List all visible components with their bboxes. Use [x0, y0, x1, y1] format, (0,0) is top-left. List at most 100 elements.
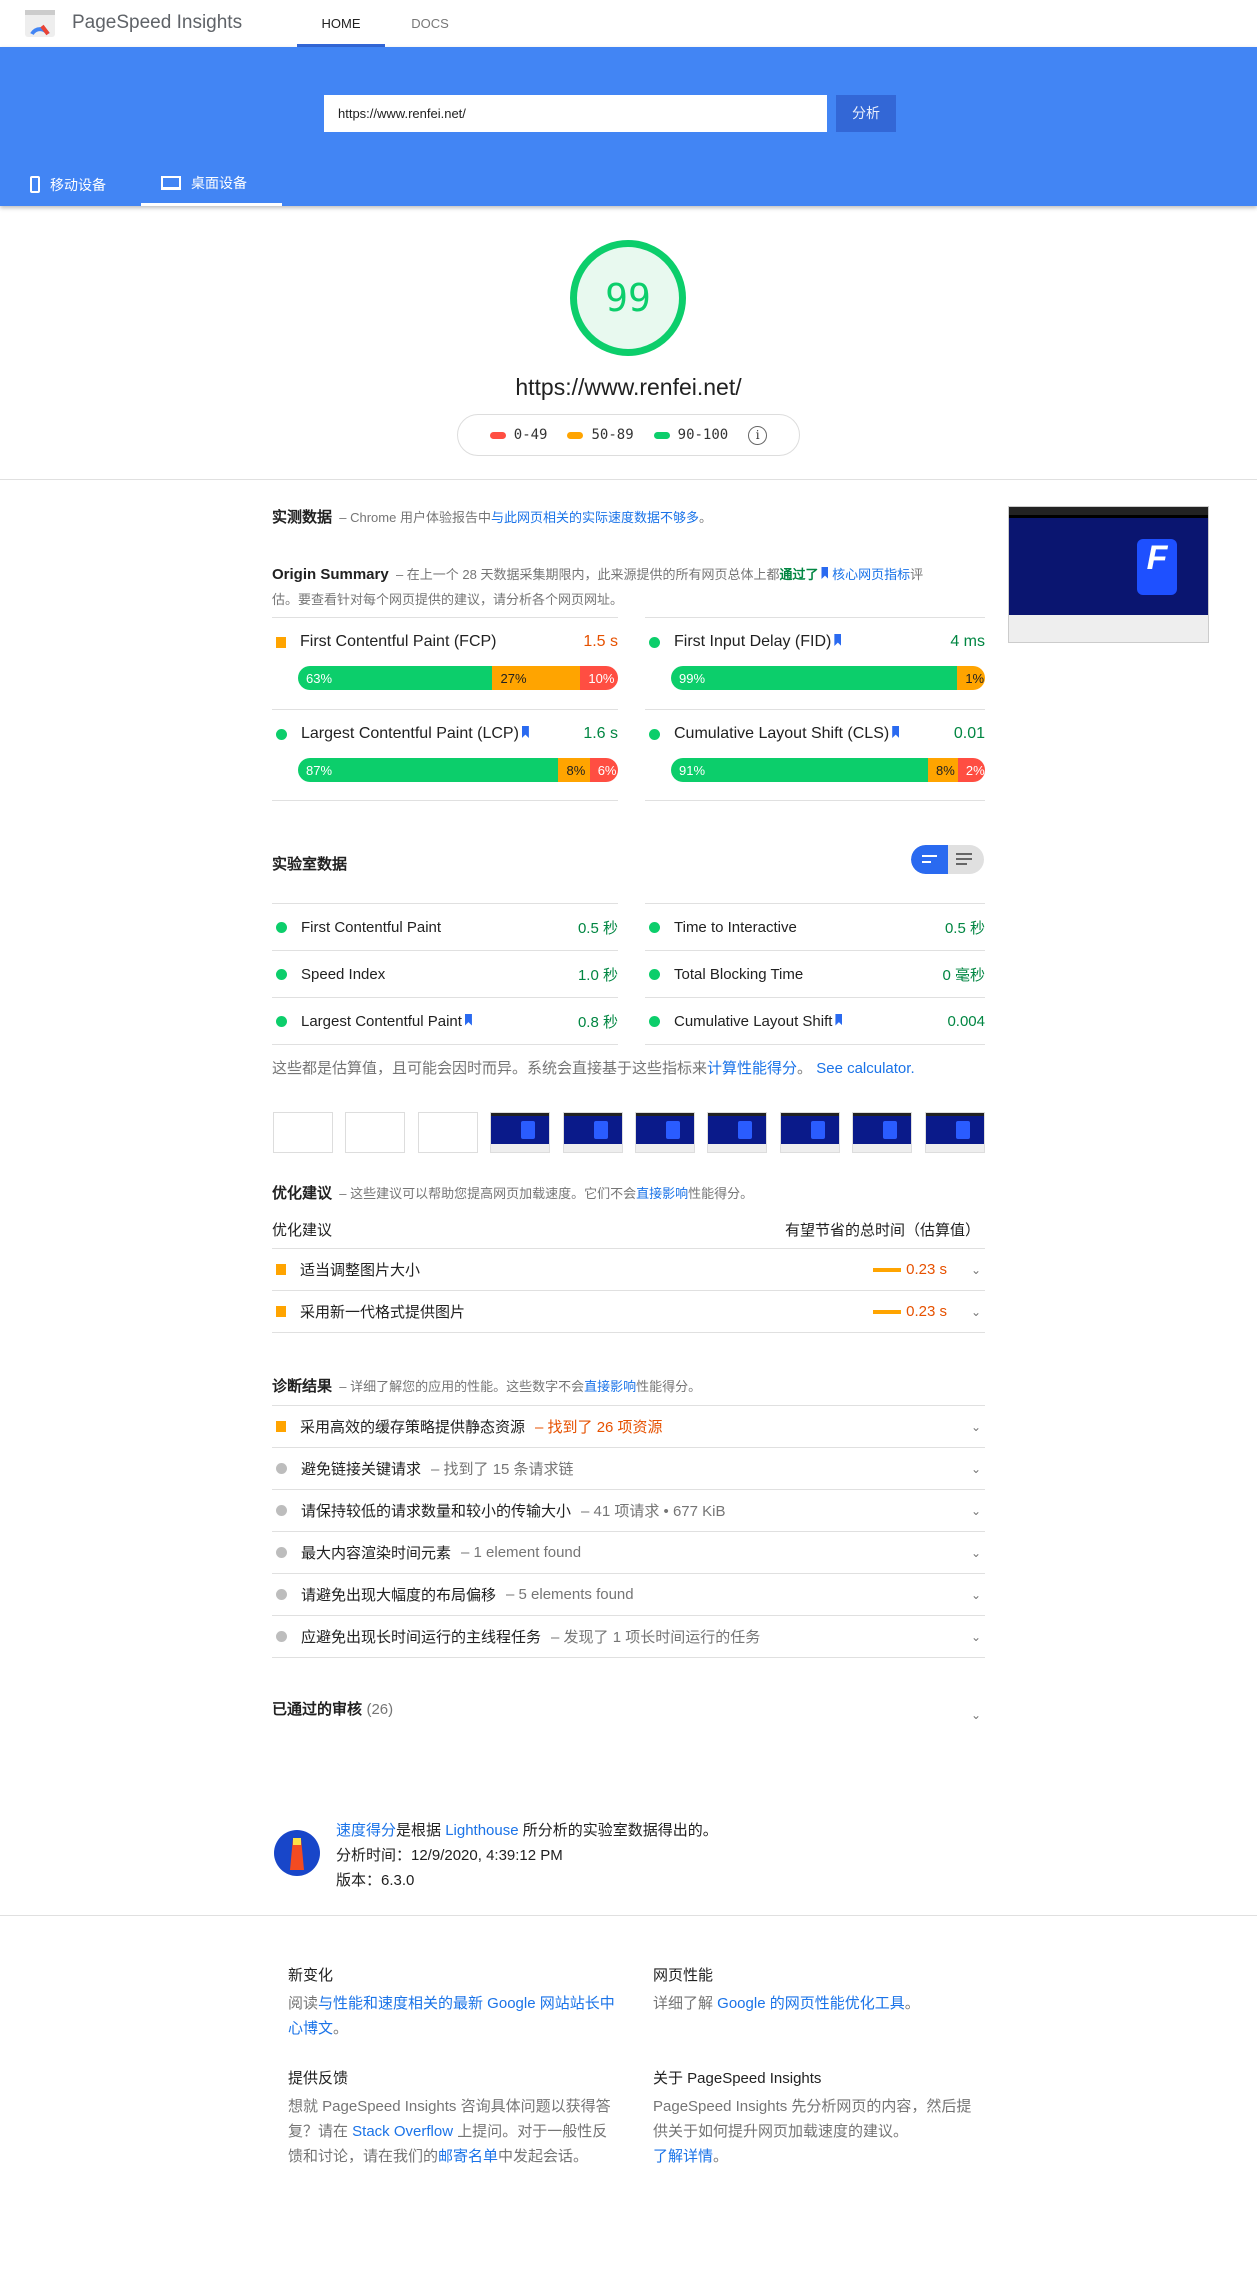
speed-score-link[interactable]: 速度得分	[336, 1822, 396, 1839]
metric-label: Time to Interactive	[674, 918, 797, 936]
opportunity-label: 适当调整图片大小	[300, 1262, 421, 1279]
analyze-button[interactable]: 分析	[836, 95, 896, 132]
distribution-segment: 91%	[671, 758, 928, 782]
page-screenshot: F	[1008, 506, 1209, 643]
footer-web-perf: 网页性能 详细了解 Google 的网页性能优化工具。	[653, 1964, 983, 2016]
info-icon[interactable]: i	[748, 425, 768, 445]
tab-mobile[interactable]: 移动设备	[10, 163, 126, 206]
fast-dot-icon	[276, 968, 287, 980]
chevron-down-icon: ⌄	[970, 1708, 981, 1722]
direct-impact-link[interactable]: 直接影响	[584, 1379, 636, 1394]
distribution-segment: 8%	[927, 758, 958, 782]
diagnostic-detail: – 41 项请求 • 677 KiB	[581, 1503, 726, 1520]
fast-dot-icon	[276, 1015, 287, 1027]
average-square-icon	[276, 1421, 286, 1432]
chevron-down-icon: ⌄	[970, 1587, 981, 1602]
chevron-down-icon: ⌄	[970, 1503, 981, 1518]
stack-overflow-link[interactable]: Stack Overflow	[352, 2123, 453, 2140]
diagnostic-item[interactable]: 采用高效的缓存策略提供静态资源 – 找到了 26 项资源 ⌄	[272, 1406, 985, 1448]
diagnostic-item[interactable]: 避免链接关键请求 – 找到了 15 条请求链 ⌄	[272, 1448, 985, 1490]
lab-note-mid: 。	[797, 1060, 813, 1077]
direct-impact-link[interactable]: 直接影响	[636, 1186, 688, 1201]
filmstrip-frame	[273, 1112, 333, 1153]
distribution-segment: 63%	[298, 666, 493, 690]
bookmark-icon	[834, 634, 842, 646]
divider	[645, 800, 985, 801]
metric-value: 0 毫秒	[942, 966, 985, 984]
average-square-icon	[276, 1264, 286, 1275]
legend-red-swatch	[489, 431, 506, 439]
metric-label: Cumulative Layout Shift (CLS)	[674, 725, 954, 743]
opp-desc-end: 性能得分。	[688, 1186, 754, 1201]
core-web-vitals-link[interactable]: 核心网页指标	[832, 567, 910, 582]
fast-dot-icon	[276, 728, 287, 740]
diagnostic-item[interactable]: 请避免出现大幅度的布局偏移 – 5 elements found ⌄	[272, 1574, 985, 1616]
lh-text-end: 所分析的实验室数据得出的。	[518, 1822, 718, 1839]
chevron-down-icon: ⌄	[970, 1262, 981, 1277]
tab-desktop-label: 桌面设备	[191, 175, 247, 191]
distribution-segment: 27%	[492, 666, 581, 690]
legend-label: 0-49	[513, 427, 548, 443]
field-data-link[interactable]: 与此网页相关的实际速度数据不够多	[491, 510, 699, 525]
lab-metric: Time to Interactive 0.5 秒	[645, 904, 985, 951]
metric-label: Largest Contentful Paint (LCP)	[301, 725, 583, 743]
footer-text: 。	[904, 1995, 920, 2012]
opportunity-item[interactable]: 适当调整图片大小 0.23 s ⌄	[272, 1249, 985, 1291]
footer-whats-new: 新变化 阅读与性能和速度相关的最新 Google 网站站长中心博文。	[288, 1964, 618, 2041]
mailing-list-link[interactable]: 邮寄名单	[438, 2148, 498, 2165]
lab-metric: Speed Index 1.0 秒	[272, 951, 618, 998]
learn-more-link[interactable]: 了解详情	[653, 2148, 713, 2165]
opportunities-header: 优化建议 – 这些建议可以帮助您提高网页加载速度。它们不会直接影响性能得分。	[272, 1182, 753, 1203]
legend-label: 90-100	[677, 427, 729, 443]
url-input[interactable]	[324, 95, 827, 132]
diag-desc: – 详细了解您的应用的性能。这些数字不会	[339, 1379, 585, 1394]
lh-text: 是根据	[396, 1822, 446, 1839]
info-dot-icon	[276, 1631, 287, 1642]
fast-dot-icon	[649, 728, 660, 740]
distribution-bar: 63% 27% 10%	[298, 666, 618, 690]
web-perf-tools-link[interactable]: Google 的网页性能优化工具	[717, 1995, 905, 2012]
opportunity-label: 采用新一代格式提供图片	[300, 1304, 466, 1321]
legend-label: 50-89	[591, 427, 634, 443]
list-view-icon[interactable]	[956, 853, 972, 865]
opportunity-item[interactable]: 采用新一代格式提供图片 0.23 s ⌄	[272, 1291, 985, 1333]
view-toggle[interactable]	[911, 845, 984, 874]
diagnostic-item[interactable]: 最大内容渲染时间元素 – 1 element found ⌄	[272, 1532, 985, 1574]
metric-label: First Contentful Paint	[301, 918, 442, 936]
savings-bar	[873, 1267, 901, 1272]
nav-docs[interactable]: DOCS	[395, 0, 465, 47]
distribution-segment: 10%	[580, 666, 618, 690]
origin-pass: 通过了	[779, 567, 819, 582]
filmstrip-frame	[924, 1112, 985, 1153]
lighthouse-link[interactable]: Lighthouse	[445, 1822, 518, 1839]
diagnostic-item[interactable]: 请保持较低的请求数量和较小的传输大小 – 41 项请求 • 677 KiB ⌄	[272, 1490, 985, 1532]
tab-desktop[interactable]: 桌面设备	[141, 163, 282, 206]
score-calc-link[interactable]: 计算性能得分	[707, 1060, 797, 1077]
diagnostic-item[interactable]: 应避免出现长时间运行的主线程任务 – 发现了 1 项长时间运行的任务 ⌄	[272, 1616, 985, 1658]
lab-metric: Largest Contentful Paint 0.8 秒	[272, 998, 618, 1045]
passed-audits-toggle[interactable]: 已通过的审核 (26) ⌄	[272, 1698, 985, 1728]
origin-desc: – 在上一个 28 天数据采集期限内，此来源提供的所有网页总体上都	[395, 567, 780, 582]
passed-audits-count: (26)	[366, 1701, 394, 1718]
savings-value: 0.23 s	[906, 1303, 947, 1320]
field-desc: – Chrome 用户体验报告中	[339, 510, 491, 525]
see-calculator-link[interactable]: See calculator.	[816, 1060, 914, 1077]
chevron-down-icon: ⌄	[970, 1419, 981, 1434]
brand-name[interactable]: PageSpeed Insights	[72, 12, 242, 34]
metric-label: Largest Contentful Paint	[301, 1013, 578, 1030]
field-metric: Largest Contentful Paint (LCP) 1.6 s 87% 8…	[272, 709, 618, 801]
summary-view-icon[interactable]	[911, 845, 948, 874]
lab-note-text: 这些都是估算值，且可能会因时而异。系统会直接基于这些指标来	[272, 1060, 708, 1077]
metric-value: 0.5 秒	[577, 919, 618, 937]
footer-text: PageSpeed Insights 先分析网页的内容，然后提供关于如何提升网页…	[653, 2098, 972, 2140]
passed-audits-title: 已通过的审核	[272, 1701, 363, 1718]
fast-dot-icon	[276, 921, 287, 933]
lab-note: 这些都是估算值，且可能会因时而异。系统会直接基于这些指标来计算性能得分。 See…	[272, 1057, 915, 1078]
chevron-down-icon: ⌄	[970, 1304, 981, 1319]
chevron-down-icon: ⌄	[970, 1461, 981, 1476]
nav-home[interactable]: HOME	[297, 0, 385, 47]
performance-score-gauge: 99	[570, 240, 686, 356]
field-data-title: 实测数据	[272, 509, 333, 526]
bookmark-icon	[892, 726, 900, 738]
phone-icon	[30, 176, 40, 193]
